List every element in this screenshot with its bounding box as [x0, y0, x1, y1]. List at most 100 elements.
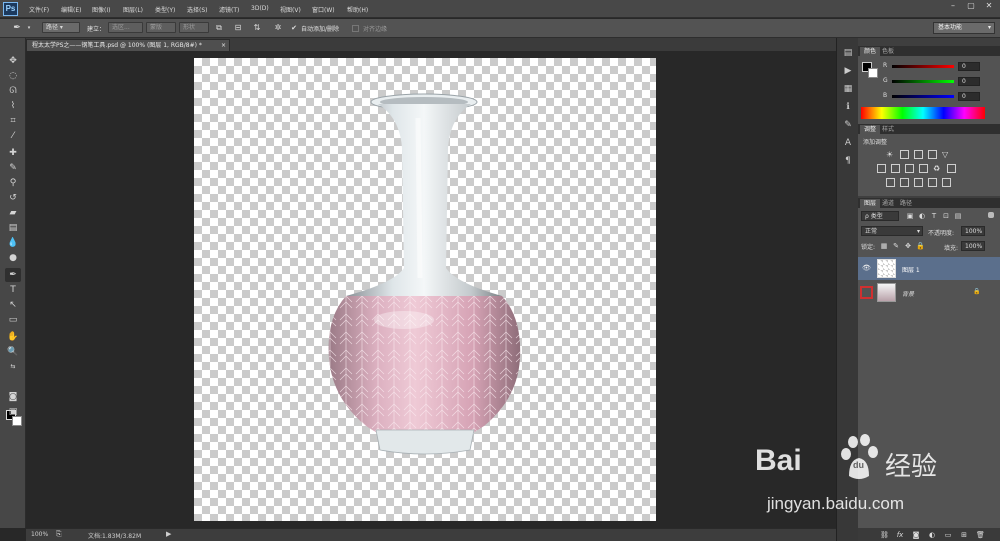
shape-button[interactable]: 形状: [179, 22, 209, 33]
close-tab-icon[interactable]: ×: [221, 40, 226, 51]
lock-position-icon[interactable]: ✥: [904, 242, 912, 250]
document-canvas[interactable]: [194, 58, 656, 521]
eyedropper-tool-icon[interactable]: ⁄: [5, 129, 21, 143]
exposure-icon[interactable]: [928, 150, 937, 159]
filter-smart-icon[interactable]: ▤: [954, 212, 962, 220]
link-icon[interactable]: ⛓: [880, 531, 889, 539]
mask-icon[interactable]: ◙: [912, 531, 920, 539]
red-slider[interactable]: [892, 65, 954, 68]
fill-input[interactable]: 100%: [961, 241, 985, 251]
green-value[interactable]: 0: [958, 77, 980, 86]
levels-icon[interactable]: [900, 150, 909, 159]
blue-slider[interactable]: [892, 95, 954, 98]
tab-channels[interactable]: 通道: [878, 199, 898, 208]
red-value[interactable]: 0: [958, 62, 980, 71]
auto-add-checkbox[interactable]: ✔: [289, 23, 299, 33]
zoom-tool-icon[interactable]: 🔍: [5, 345, 21, 359]
fx-icon[interactable]: fx: [896, 531, 904, 539]
marquee-tool-icon[interactable]: ◌: [5, 69, 21, 83]
screen-mode-icon[interactable]: ▣: [5, 405, 21, 419]
filter-adjustment-icon[interactable]: ◐: [918, 212, 926, 220]
align-edges-checkbox[interactable]: [352, 25, 359, 32]
minimize-button[interactable]: –: [946, 1, 960, 13]
opacity-input[interactable]: 100%: [961, 226, 985, 236]
healing-brush-tool-icon[interactable]: ✚: [5, 146, 21, 160]
actions-icon[interactable]: ▶: [840, 64, 856, 78]
layer-name[interactable]: 背景: [902, 289, 914, 298]
layer-row-layer1[interactable]: 👁 图层 1: [858, 257, 1000, 280]
hand-tool-icon[interactable]: ✋: [5, 330, 21, 344]
gear-icon[interactable]: ✲: [273, 23, 283, 33]
paragraph-icon[interactable]: ¶: [840, 154, 856, 168]
pen-tool-icon[interactable]: ✒: [12, 23, 22, 33]
character-icon[interactable]: A: [840, 136, 856, 150]
menu-edit[interactable]: 编辑(E): [61, 5, 81, 14]
path-operations-icon[interactable]: ⧉: [214, 23, 224, 33]
color-balance-icon[interactable]: [891, 164, 900, 173]
lock-paint-icon[interactable]: ✎: [892, 242, 900, 250]
tab-adjustments[interactable]: 调整: [860, 125, 881, 134]
close-button[interactable]: ✕: [982, 1, 996, 13]
filter-type-icon[interactable]: T: [930, 212, 938, 220]
type-tool-icon[interactable]: T: [5, 283, 21, 297]
path-arrangement-icon[interactable]: ⇅: [252, 23, 262, 33]
menu-help[interactable]: 帮助(H): [347, 5, 368, 14]
vibrance-icon[interactable]: ▽: [942, 150, 951, 159]
color-spectrum-ramp[interactable]: [861, 107, 985, 119]
move-tool-icon[interactable]: ✥: [5, 54, 21, 68]
pen-tool-icon[interactable]: ✒: [5, 268, 21, 282]
green-slider[interactable]: [892, 80, 954, 83]
quick-mask-icon[interactable]: ◙: [5, 390, 21, 404]
layer-row-background[interactable]: 背景 🔒: [858, 281, 1000, 304]
layer-name[interactable]: 图层 1: [902, 265, 920, 274]
zoom-level[interactable]: 100%: [31, 531, 48, 538]
crop-tool-icon[interactable]: ⌗: [5, 114, 21, 128]
invert-icon[interactable]: [886, 178, 895, 187]
menu-layer[interactable]: 图层(L): [123, 5, 143, 14]
menu-image[interactable]: 图像(I): [92, 5, 110, 14]
menu-type[interactable]: 类型(Y): [155, 5, 175, 14]
blend-mode-select[interactable]: 正常 ▾: [861, 226, 923, 236]
menu-select[interactable]: 选择(S): [187, 5, 208, 14]
brightness-icon[interactable]: ☀: [886, 150, 895, 159]
curves-icon[interactable]: [914, 150, 923, 159]
play-icon[interactable]: ▶: [166, 530, 171, 538]
path-mode-select[interactable]: 路径 ▾: [42, 22, 80, 33]
new-layer-icon[interactable]: ⊞: [960, 531, 968, 539]
info-icon[interactable]: ℹ: [840, 100, 856, 114]
tab-styles[interactable]: 样式: [878, 125, 898, 134]
lasso-tool-icon[interactable]: ᘏ: [5, 84, 21, 98]
rectangle-tool-icon[interactable]: ▭: [5, 313, 21, 327]
visibility-toggle[interactable]: [860, 286, 873, 299]
selective-color-icon[interactable]: [928, 178, 937, 187]
adjustment-layer-icon[interactable]: ◐: [928, 531, 936, 539]
menu-window[interactable]: 窗口(W): [312, 5, 335, 14]
selection-button[interactable]: 选区...: [108, 22, 143, 33]
blur-tool-icon[interactable]: 💧: [5, 236, 21, 250]
path-selection-tool-icon[interactable]: ↖: [5, 298, 21, 312]
layer-filter-select[interactable]: ρ 类型: [861, 211, 899, 221]
workspace-select[interactable]: 基本功能 ▾: [933, 22, 995, 34]
photo-filter-icon[interactable]: [919, 164, 928, 173]
hue-saturation-icon[interactable]: [877, 164, 886, 173]
posterize-icon[interactable]: [900, 178, 909, 187]
trash-icon[interactable]: 🗑: [976, 531, 985, 539]
color-lookup-icon[interactable]: [947, 164, 956, 173]
black-white-icon[interactable]: [905, 164, 914, 173]
lock-transparency-icon[interactable]: ▦: [880, 242, 888, 250]
path-alignment-icon[interactable]: ⊟: [233, 23, 243, 33]
tab-color[interactable]: 颜色: [860, 47, 881, 56]
quick-select-tool-icon[interactable]: ⌇: [5, 99, 21, 113]
channel-mixer-icon[interactable]: ♻: [933, 164, 942, 173]
tab-swatches[interactable]: 色板: [878, 47, 898, 56]
properties-icon[interactable]: ▦: [840, 82, 856, 96]
blue-value[interactable]: 0: [958, 92, 980, 101]
brush-presets-icon[interactable]: ✎: [840, 118, 856, 132]
maximize-button[interactable]: ▢: [964, 1, 978, 13]
history-icon[interactable]: ▤: [840, 46, 856, 60]
history-brush-tool-icon[interactable]: ↺: [5, 191, 21, 205]
menu-3d[interactable]: 3D(D): [251, 5, 269, 12]
filter-pixel-icon[interactable]: ▣: [906, 212, 914, 220]
background-swatch[interactable]: [868, 68, 878, 78]
folder-icon[interactable]: ▭: [944, 531, 952, 539]
